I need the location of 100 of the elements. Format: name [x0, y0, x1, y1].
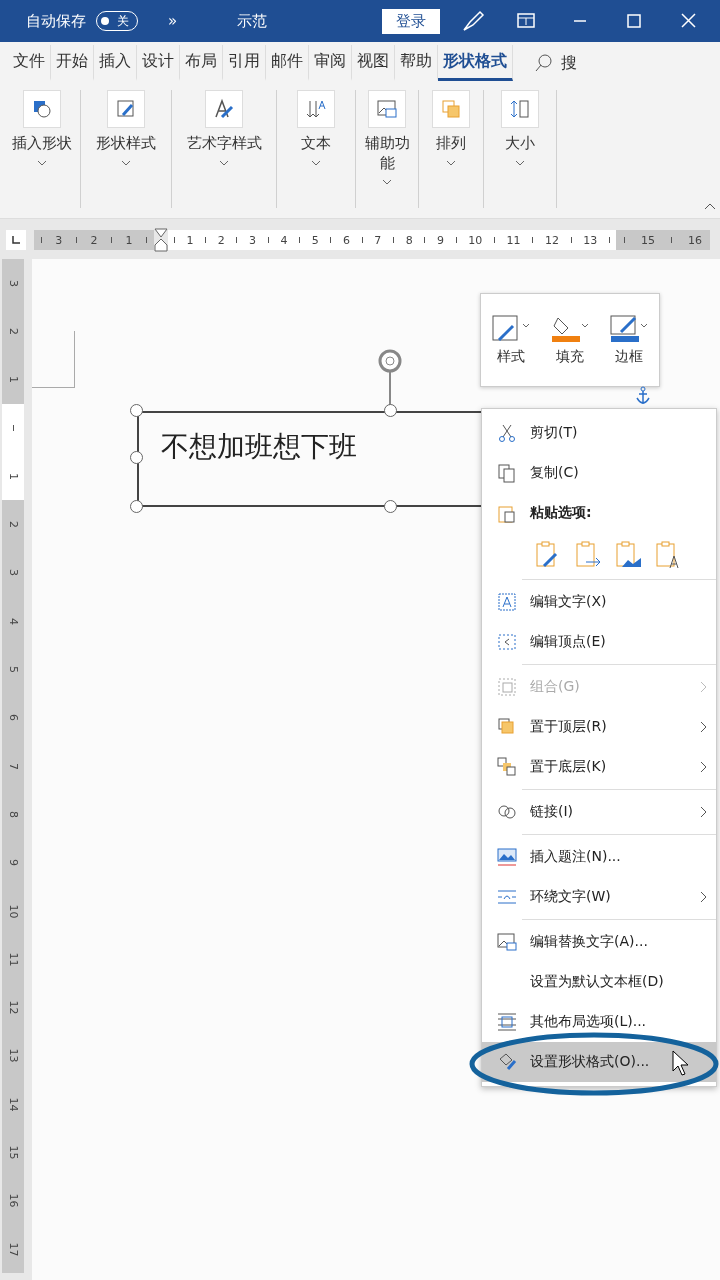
resize-handle[interactable] — [384, 404, 397, 417]
image-caption-icon — [496, 846, 518, 868]
layout-options-icon — [496, 1011, 518, 1033]
mini-toolbar-button[interactable]: 样式 — [488, 312, 533, 368]
chevron-right-icon — [700, 681, 708, 693]
ruler-number: 5 — [6, 666, 20, 673]
ribbon-tab[interactable]: 视图 — [352, 45, 395, 81]
ribbon-group-label: 文本 — [301, 134, 331, 154]
ruler-number: 7 — [6, 762, 20, 770]
menu-item[interactable]: 设置为默认文本框(D) — [482, 962, 716, 1002]
ruler-number: 4 — [280, 233, 288, 247]
document-title: 示范 — [237, 11, 268, 31]
chevron-down-icon — [219, 159, 229, 166]
ruler-number: 11 — [506, 233, 521, 247]
menu-item[interactable]: 编辑顶点(E) — [482, 622, 716, 662]
ruler-number: 12 — [6, 1000, 20, 1015]
shapes-icon — [31, 98, 53, 120]
autosave-label: 自动保存 — [26, 11, 86, 31]
resize-handle[interactable] — [130, 500, 143, 513]
chevron-right-icon — [700, 806, 708, 818]
menu-item[interactable]: 环绕文字(W) — [482, 877, 716, 917]
ribbon-tab[interactable]: 审阅 — [309, 45, 352, 81]
ribbon-tab[interactable]: 设计 — [137, 45, 180, 81]
menu-item[interactable]: 置于顶层(R) — [482, 707, 716, 747]
chevron-down-icon — [37, 159, 47, 166]
menu-item[interactable]: 链接(I) — [482, 792, 716, 832]
ruler-number: 1 — [6, 376, 20, 384]
ruler-number: 2 — [90, 233, 98, 247]
ribbon-tab[interactable]: 帮助 — [395, 45, 438, 81]
ruler-number: 12 — [544, 233, 559, 247]
search-icon — [533, 52, 555, 74]
ruler-number: 5 — [311, 233, 319, 247]
resize-handle[interactable] — [384, 500, 397, 513]
mini-toolbar-button[interactable]: 填充 — [548, 312, 592, 368]
ribbon-tab[interactable]: 文件 — [8, 45, 51, 81]
ribbon-button[interactable] — [23, 90, 61, 128]
ribbon-tab[interactable]: 布局 — [180, 45, 223, 81]
mouse-cursor-icon — [672, 1050, 690, 1076]
ruler-number: 16 — [688, 233, 702, 247]
chevron-down-icon — [515, 159, 525, 166]
ruler-number: 1 — [125, 233, 133, 247]
chevron-right-icon — [700, 891, 708, 903]
ruler-number: 10 — [468, 233, 483, 247]
sign-in-button[interactable]: 登录 — [382, 8, 440, 34]
collapse-ribbon-icon — [704, 202, 716, 210]
ruler-number: 9 — [6, 859, 20, 867]
resize-handle[interactable] — [130, 404, 143, 417]
ruler-number: 4 — [6, 617, 20, 625]
chevron-right-icon — [700, 721, 708, 733]
copy-icon — [496, 462, 518, 484]
rotate-handle-icon[interactable] — [376, 347, 404, 375]
ribbon-tab[interactable]: 形状格式 — [438, 45, 513, 81]
ruler-number: 3 — [249, 233, 257, 247]
ruler-number: 15 — [6, 1145, 20, 1160]
clipboard-letter-icon[interactable] — [654, 540, 682, 570]
resize-handle[interactable] — [130, 451, 143, 464]
menu-item[interactable]: 其他布局选项(L)... — [482, 1002, 716, 1042]
scissors-icon — [496, 422, 518, 444]
ruler-number: 17 — [6, 1242, 20, 1257]
ribbon-tab[interactable]: 引用 — [223, 45, 266, 81]
ribbon-tab[interactable]: 插入 — [94, 45, 137, 81]
menu-item[interactable]: 设置形状格式(O)... — [482, 1042, 716, 1082]
menu-item[interactable]: 编辑文字(X) — [482, 582, 716, 622]
ribbon-group-label: 大小 — [505, 134, 535, 154]
chevron-down-icon — [382, 179, 392, 185]
wordart-icon — [213, 98, 235, 120]
text-direction-icon — [305, 98, 327, 120]
chevron-down-icon — [446, 159, 456, 166]
ruler-number: 10 — [6, 904, 20, 918]
ruler-number: 1 — [186, 233, 194, 247]
mini-toolbar-button[interactable]: 边框 — [607, 312, 652, 368]
chevron-down-icon — [121, 159, 131, 166]
ribbon-group-label: 形状样式 — [96, 134, 156, 154]
ruler-number: 3 — [55, 233, 63, 247]
more-commands[interactable]: » — [168, 12, 178, 30]
ruler-number: 3 — [6, 569, 20, 577]
ruler-number: 9 — [437, 233, 444, 247]
clipboard-arrow-icon[interactable] — [574, 540, 602, 570]
ribbon-button[interactable] — [107, 90, 145, 128]
menu-item[interactable]: 置于底层(K) — [482, 747, 716, 787]
menu-item[interactable]: 插入题注(N)... — [482, 837, 716, 877]
chevron-down-icon — [311, 159, 321, 166]
search-label[interactable]: 搜 — [561, 52, 577, 74]
image-alt-text-icon — [496, 931, 518, 953]
ruler-number: 2 — [6, 327, 20, 335]
ruler-number: 2 — [217, 233, 225, 247]
arrange-icon — [440, 98, 462, 120]
ribbon-group-label: 辅助功能 — [363, 134, 411, 173]
ribbon-group-label: 排列 — [436, 134, 466, 154]
menu-item[interactable]: 编辑替换文字(A)... — [482, 922, 716, 962]
ribbon-group-label: 艺术字样式 — [186, 134, 262, 154]
clipboard-picture-icon[interactable] — [614, 540, 642, 570]
ruler-number: 2 — [6, 521, 20, 529]
ruler-number: 1 — [6, 472, 20, 480]
ribbon-tab[interactable]: 开始 — [51, 45, 94, 81]
ribbon-tab[interactable]: 邮件 — [266, 45, 309, 81]
ribbon-button[interactable] — [205, 90, 243, 128]
ruler-number: 13 — [6, 1048, 20, 1063]
style-brush-icon — [490, 314, 531, 344]
ruler-number: 13 — [583, 233, 598, 247]
